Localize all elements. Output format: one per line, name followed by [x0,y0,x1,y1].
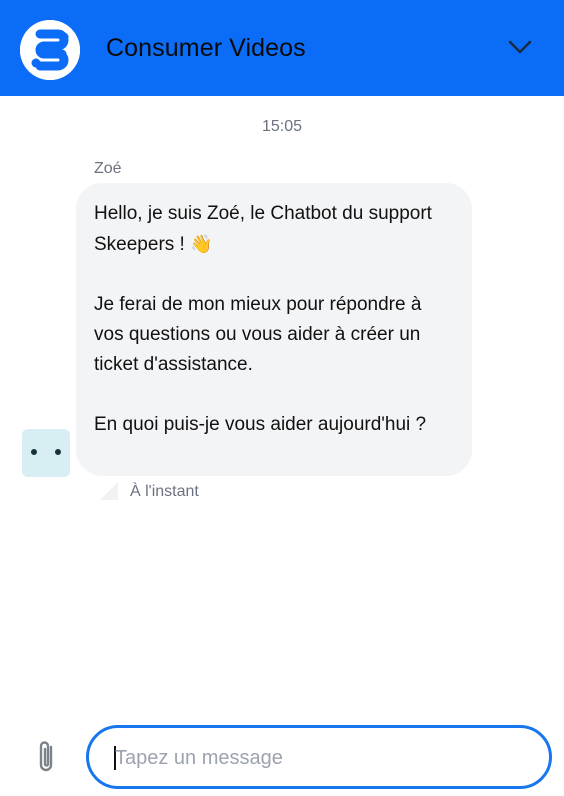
waving-hand-emoji: 👋 [190,234,213,254]
avatar-eye-right [55,449,61,455]
message-paragraph: Hello, je suis Zoé, le Chatbot du suppor… [94,199,452,260]
bubble-tail [100,482,118,500]
message-timestamp: 15:05 [261,118,303,135]
paperclip-icon[interactable] [32,738,60,776]
chat-title: Consumer Videos [106,34,306,62]
avatar-eye-left [31,449,37,455]
chevron-down-icon[interactable] [504,36,536,60]
message-input[interactable] [113,740,527,776]
sender-name: Zoé [94,160,122,177]
skeepers-logo-icon [20,20,80,80]
message-text: Hello, je suis Zoé, le Chatbot du suppor… [94,203,432,255]
message-paragraph: En quoi puis-je vous aider aujourd'hui ? [94,414,427,435]
bot-message-bubble: Hello, je suis Zoé, le Chatbot du suppor… [76,183,472,476]
chat-header: Consumer Videos [0,0,564,96]
message-paragraph: Je ferai de mon mieux pour répondre à vo… [94,294,422,375]
message-input-container [86,725,552,789]
message-status: À l'instant [130,483,199,500]
bot-avatar-icon [22,429,70,477]
